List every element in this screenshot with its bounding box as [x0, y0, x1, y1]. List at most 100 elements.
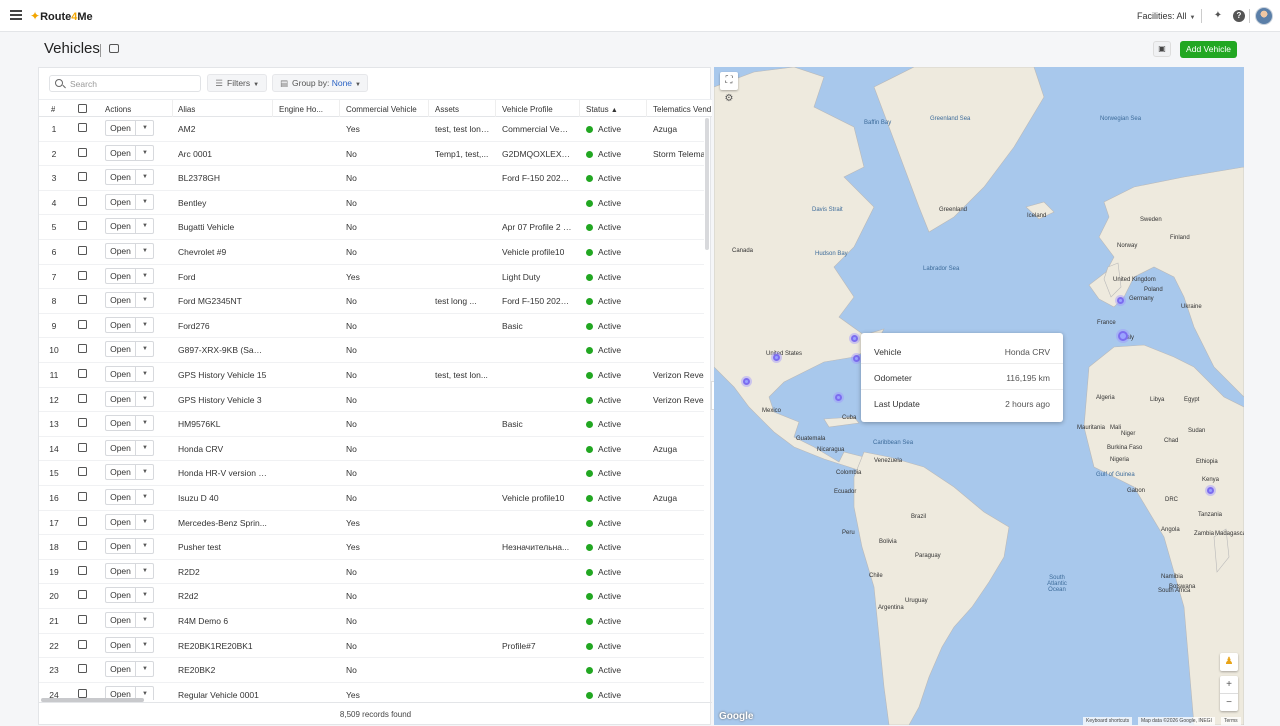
- open-button[interactable]: Open: [106, 194, 136, 209]
- row-actions-dropdown[interactable]: ▼: [137, 638, 153, 652]
- table-row[interactable]: 1 Open ▼ AM2 Yes test, test long ... Commercia…: [39, 117, 704, 142]
- row-actions-dropdown[interactable]: ▼: [137, 293, 153, 307]
- row-actions-dropdown[interactable]: ▼: [137, 564, 153, 578]
- vehicle-pin[interactable]: [1207, 487, 1214, 494]
- open-button[interactable]: Open: [106, 539, 136, 554]
- message-icon[interactable]: [109, 44, 119, 53]
- facilities-selector[interactable]: Facilities: All ▼: [1137, 11, 1196, 21]
- table-row[interactable]: 11 Open ▼ GPS History Vehicle 15 No test, tes…: [39, 363, 704, 388]
- row-actions-dropdown[interactable]: ▼: [137, 490, 153, 504]
- add-vehicle-button[interactable]: Add Vehicle: [1180, 41, 1237, 58]
- open-button[interactable]: Open: [106, 391, 136, 406]
- table-row[interactable]: 21 Open ▼ R4M Demo 6 No Active: [39, 609, 704, 634]
- table-row[interactable]: 3 Open ▼ BL2378GH No Ford F-150 2023 ... Activ…: [39, 166, 704, 191]
- vehicle-pin[interactable]: [851, 335, 858, 342]
- table-row[interactable]: 10 Open ▼ G897-XRX-9KB (Sams... No Active: [39, 338, 704, 363]
- open-button[interactable]: Open: [106, 342, 136, 357]
- row-checkbox[interactable]: [78, 369, 87, 378]
- row-actions-dropdown[interactable]: ▼: [137, 318, 153, 332]
- terms-link[interactable]: Terms: [1221, 717, 1241, 725]
- row-actions-dropdown[interactable]: ▼: [137, 539, 153, 553]
- row-actions-dropdown[interactable]: ▼: [137, 441, 153, 455]
- row-actions-dropdown[interactable]: ▼: [137, 515, 153, 529]
- row-checkbox[interactable]: [78, 639, 87, 649]
- open-button[interactable]: Open: [106, 514, 136, 529]
- col-alias[interactable]: Alias: [178, 105, 195, 114]
- user-avatar[interactable]: [1255, 7, 1273, 25]
- row-checkbox[interactable]: [78, 221, 87, 231]
- row-actions-dropdown[interactable]: ▼: [137, 244, 153, 258]
- select-all-checkbox[interactable]: [78, 104, 87, 113]
- vehicle-pin[interactable]: [773, 354, 780, 361]
- help-icon[interactable]: ?: [1233, 10, 1245, 22]
- row-checkbox[interactable]: [78, 172, 87, 182]
- row-checkbox[interactable]: [78, 541, 87, 551]
- row-actions-dropdown[interactable]: ▼: [137, 195, 153, 209]
- open-button[interactable]: Open: [106, 465, 136, 480]
- open-button[interactable]: Open: [106, 121, 136, 135]
- row-checkbox[interactable]: [78, 147, 87, 157]
- table-row[interactable]: 8 Open ▼ Ford MG2345NT No test long ... Ford F…: [39, 289, 704, 314]
- col-engine-hours[interactable]: Engine Ho...: [279, 105, 343, 114]
- zoom-out-button[interactable]: −: [1220, 693, 1238, 710]
- row-actions-dropdown[interactable]: ▼: [137, 662, 153, 676]
- open-button[interactable]: Open: [106, 662, 136, 677]
- vehicle-pin[interactable]: [1118, 331, 1128, 341]
- row-checkbox[interactable]: [78, 295, 87, 305]
- open-button[interactable]: Open: [106, 367, 136, 381]
- row-checkbox[interactable]: [78, 492, 87, 501]
- row-checkbox[interactable]: [78, 393, 87, 403]
- table-row[interactable]: 20 Open ▼ R2d2 No Active: [39, 584, 704, 609]
- open-button[interactable]: Open: [106, 293, 136, 308]
- row-actions-dropdown[interactable]: ▼: [137, 269, 153, 283]
- col-number[interactable]: #: [51, 105, 55, 114]
- open-button[interactable]: Open: [106, 244, 136, 258]
- sparkle-icon[interactable]: ✦: [1212, 10, 1224, 22]
- row-checkbox[interactable]: [78, 467, 87, 477]
- row-checkbox[interactable]: [78, 270, 87, 280]
- table-row[interactable]: 9 Open ▼ Ford276 No Basic Active: [39, 314, 704, 339]
- table-row[interactable]: 17 Open ▼ Mercedes-Benz Sprin... Yes Active: [39, 511, 704, 536]
- table-row[interactable]: 7 Open ▼ Ford Yes Light Duty Active: [39, 265, 704, 290]
- open-button[interactable]: Open: [106, 145, 136, 160]
- street-view-pegman[interactable]: ♟: [1220, 653, 1238, 671]
- keyboard-shortcuts-link[interactable]: Keyboard shortcuts: [1083, 717, 1133, 725]
- filters-button[interactable]: ☰ Filters ▼: [207, 74, 267, 92]
- table-row[interactable]: 23 Open ▼ RE20BK2 No Active: [39, 658, 704, 683]
- table-row[interactable]: 18 Open ▼ Pusher test Yes Незначительна... Act…: [39, 535, 704, 560]
- table-row[interactable]: 22 Open ▼ RE20BK1RE20BK1 No Profile#7 Active: [39, 634, 704, 659]
- table-row[interactable]: 12 Open ▼ GPS History Vehicle 3 No Active Veri…: [39, 388, 704, 413]
- row-checkbox[interactable]: [78, 590, 87, 600]
- row-actions-dropdown[interactable]: ▼: [137, 465, 153, 479]
- map-settings-button[interactable]: ⚙: [720, 90, 738, 108]
- route4me-logo[interactable]: ✦Route4Me: [30, 9, 93, 23]
- open-button[interactable]: Open: [106, 563, 136, 578]
- row-checkbox[interactable]: [78, 688, 87, 698]
- search-input[interactable]: [70, 78, 198, 90]
- row-checkbox[interactable]: [78, 516, 87, 526]
- row-checkbox[interactable]: [78, 565, 87, 575]
- row-actions-dropdown[interactable]: ▼: [137, 146, 153, 160]
- row-actions-dropdown[interactable]: ▼: [137, 392, 153, 406]
- row-actions-dropdown[interactable]: ▼: [137, 121, 153, 135]
- fullscreen-button[interactable]: ⛶: [720, 72, 738, 90]
- row-checkbox[interactable]: [78, 246, 87, 255]
- open-button[interactable]: Open: [106, 440, 136, 455]
- menu-icon[interactable]: [10, 10, 22, 20]
- table-row[interactable]: 14 Open ▼ Honda CRV No Active Azuga: [39, 437, 704, 462]
- row-actions-dropdown[interactable]: ▼: [137, 416, 153, 430]
- open-button[interactable]: Open: [106, 490, 136, 504]
- row-checkbox[interactable]: [78, 319, 87, 329]
- vertical-scrollbar[interactable]: [705, 118, 709, 250]
- open-button[interactable]: Open: [106, 219, 136, 234]
- open-button[interactable]: Open: [106, 317, 136, 332]
- zoom-in-button[interactable]: +: [1220, 676, 1238, 693]
- table-row[interactable]: 5 Open ▼ Bugatti Vehicle No Apr 07 Profile 2 …: [39, 215, 704, 240]
- table-row[interactable]: 6 Open ▼ Chevrolet #9 No Vehicle profile10 Act…: [39, 240, 704, 265]
- row-checkbox[interactable]: [78, 442, 87, 452]
- row-checkbox[interactable]: [78, 418, 87, 428]
- row-checkbox[interactable]: [78, 664, 87, 674]
- vehicle-pin[interactable]: [1117, 297, 1124, 304]
- vehicle-pin[interactable]: [835, 394, 842, 401]
- col-vehicle-profile[interactable]: Vehicle Profile: [502, 105, 553, 114]
